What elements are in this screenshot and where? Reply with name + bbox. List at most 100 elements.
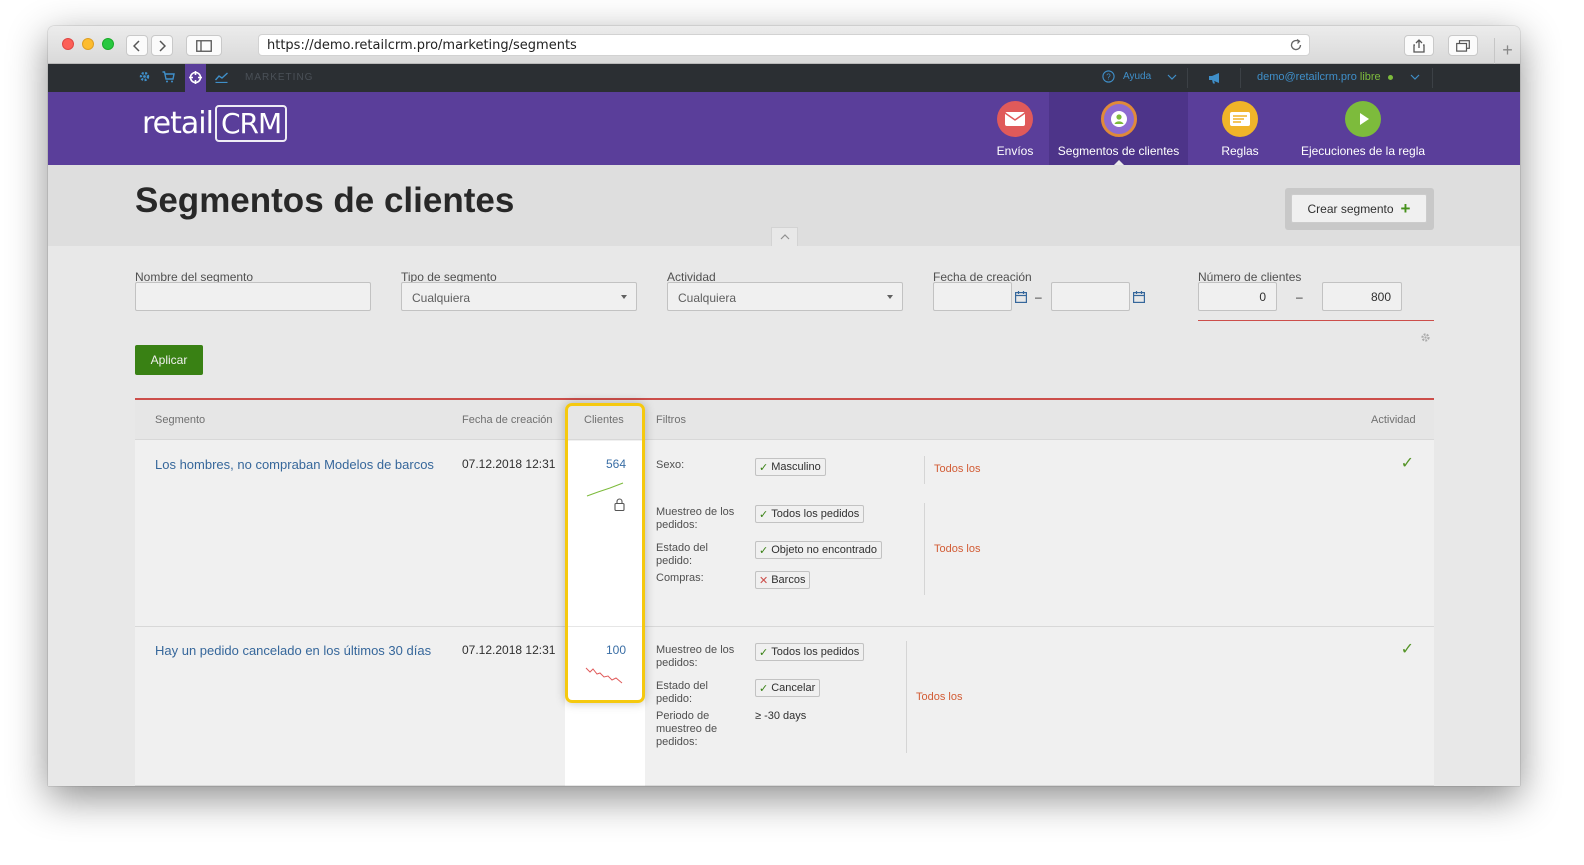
activity-value: Cualquiera <box>678 291 737 305</box>
tabs-overview-button[interactable] <box>1448 35 1478 56</box>
chevron-right-icon <box>159 39 166 52</box>
logo-text: retail <box>142 106 214 141</box>
lock-icon <box>614 498 625 511</box>
clients-range-dash: – <box>1296 290 1303 304</box>
segment-name-input[interactable] <box>135 282 371 311</box>
segment-clients-count[interactable]: 100 <box>598 643 626 657</box>
column-header-clients[interactable]: Clientes <box>584 414 624 426</box>
column-header-filters: Filtros <box>656 414 686 426</box>
check-icon: ✓ <box>759 461 769 474</box>
app-header: retail CRM Envíos Segmentos de clientes R… <box>48 92 1520 165</box>
gear-icon[interactable] <box>138 70 151 83</box>
filter-value: Masculino <box>771 461 821 473</box>
nav-label: Ejecuciones de la regla <box>1300 144 1426 158</box>
nav-label: Segmentos de clientes <box>1057 144 1180 158</box>
active-check-icon[interactable]: ✓ <box>1401 453 1414 473</box>
tabs-icon <box>1456 39 1470 52</box>
minimize-window-button[interactable] <box>82 38 94 50</box>
apply-button[interactable]: Aplicar <box>135 345 203 375</box>
chevron-down-icon <box>1167 74 1177 80</box>
column-header-date[interactable]: Fecha de creación <box>462 414 553 426</box>
play-icon <box>1345 101 1381 137</box>
collapse-filters-button[interactable] <box>771 227 798 246</box>
help-icon: ? <box>1102 70 1115 83</box>
filter-group-condition-link[interactable]: Todos los <box>934 463 980 475</box>
active-check-icon[interactable]: ✓ <box>1401 639 1414 659</box>
date-range-dash: – <box>1035 290 1042 304</box>
date-from-input[interactable] <box>933 282 1012 311</box>
check-icon: ✓ <box>759 682 769 695</box>
active-filter-underline <box>1198 320 1434 321</box>
filter-group-divider <box>906 641 907 753</box>
sidebar-icon <box>196 39 212 52</box>
check-icon: ✓ <box>759 508 769 521</box>
app-topbar: MARKETING ? Ayuda demo@retailcrm.pro lib… <box>48 64 1520 92</box>
nav-item-segmentos[interactable]: Segmentos de clientes <box>1049 92 1188 165</box>
cross-icon: ✕ <box>759 574 769 587</box>
caret-down-icon <box>621 295 627 299</box>
table-row: Los hombres, no compraban Modelos de bar… <box>135 441 1434 627</box>
segment-type-select[interactable]: Cualquiera <box>401 282 637 311</box>
user-email: demo@retailcrm.pro <box>1257 71 1357 83</box>
filter-label-status: Estado del pedido: <box>656 542 708 567</box>
filter-chip-status: ✓ Objeto no encontrado <box>755 541 883 559</box>
activity-select[interactable]: Cualquiera <box>667 282 903 311</box>
calendar-icon[interactable] <box>1015 291 1027 303</box>
filter-value: Barcos <box>771 574 806 586</box>
calendar-icon[interactable] <box>1133 291 1145 303</box>
address-bar[interactable]: https://demo.retailcrm.pro/marketing/seg… <box>258 34 1310 56</box>
nav-item-ejecuciones[interactable]: Ejecuciones de la regla <box>1296 92 1430 165</box>
browser-toolbar: https://demo.retailcrm.pro/marketing/seg… <box>48 26 1520 64</box>
logo-crm-text: CRM <box>214 105 288 142</box>
megaphone-icon[interactable] <box>1208 72 1223 84</box>
envelope-icon <box>997 101 1033 137</box>
filter-label-sample: Muestreo de los pedidos: <box>656 644 735 669</box>
filter-group-condition-link[interactable]: Todos los <box>916 691 962 703</box>
filter-label-purchases: Compras: <box>656 572 704 584</box>
filter-chip-sample: ✓ Todos los pedidos <box>755 505 865 523</box>
clients-trend-sparkline <box>586 482 624 497</box>
new-tab-button[interactable]: + <box>1494 38 1520 64</box>
column-header-activity[interactable]: Actividad <box>1371 414 1416 426</box>
clients-min-input[interactable]: 0 <box>1198 282 1277 311</box>
retailcrm-logo[interactable]: retail CRM <box>142 105 288 142</box>
help-label: Ayuda <box>1123 71 1152 82</box>
sidebar-toggle-button[interactable] <box>186 35 222 56</box>
zoom-window-button[interactable] <box>102 38 114 50</box>
nav-item-reglas[interactable]: Reglas <box>1200 92 1280 165</box>
date-to-input[interactable] <box>1051 282 1130 311</box>
share-button[interactable] <box>1404 35 1434 56</box>
chevron-left-icon <box>133 39 140 52</box>
clients-trend-sparkline <box>585 667 623 684</box>
filter-group-divider <box>924 456 925 484</box>
column-header-segment[interactable]: Segmento <box>155 414 205 426</box>
back-button[interactable] <box>126 35 148 56</box>
nav-label: Reglas <box>1221 144 1259 158</box>
forward-button[interactable] <box>151 35 173 56</box>
help-menu[interactable]: ? Ayuda <box>1102 70 1177 83</box>
reload-icon[interactable] <box>1289 38 1303 52</box>
segment-type-value: Cualquiera <box>412 291 471 305</box>
segment-name-link[interactable]: Los hombres, no compraban Modelos de bar… <box>155 457 434 472</box>
gear-icon[interactable] <box>1420 332 1431 343</box>
filter-chip-sample: ✓ Todos los pedidos <box>755 643 865 661</box>
online-status-dot <box>1387 74 1393 80</box>
close-window-button[interactable] <box>62 38 74 50</box>
segments-icon <box>1100 101 1137 137</box>
segment-clients-count[interactable]: 564 <box>598 457 626 471</box>
cart-icon[interactable] <box>162 71 175 83</box>
create-segment-button[interactable]: Crear segmento + <box>1291 194 1427 223</box>
filter-label-period: Periodo de muestreo de pedidos: <box>656 710 718 748</box>
segments-table: Segmento Fecha de creación Clientes Filt… <box>135 400 1434 786</box>
user-menu[interactable]: demo@retailcrm.pro libre <box>1257 71 1420 83</box>
marketing-section-button[interactable] <box>185 64 206 92</box>
filter-group-condition-link[interactable]: Todos los <box>934 543 980 555</box>
page-heading-area: Segmentos de clientes Crear segmento + <box>48 165 1520 246</box>
analytics-icon[interactable] <box>215 72 228 83</box>
caret-down-icon <box>887 295 893 299</box>
create-segment-label: Crear segmento <box>1307 201 1394 216</box>
svg-text:?: ? <box>1106 73 1111 82</box>
segment-name-link[interactable]: Hay un pedido cancelado en los últimos 3… <box>155 643 431 658</box>
clients-max-input[interactable]: 800 <box>1322 282 1402 311</box>
page-title: Segmentos de clientes <box>135 181 515 220</box>
